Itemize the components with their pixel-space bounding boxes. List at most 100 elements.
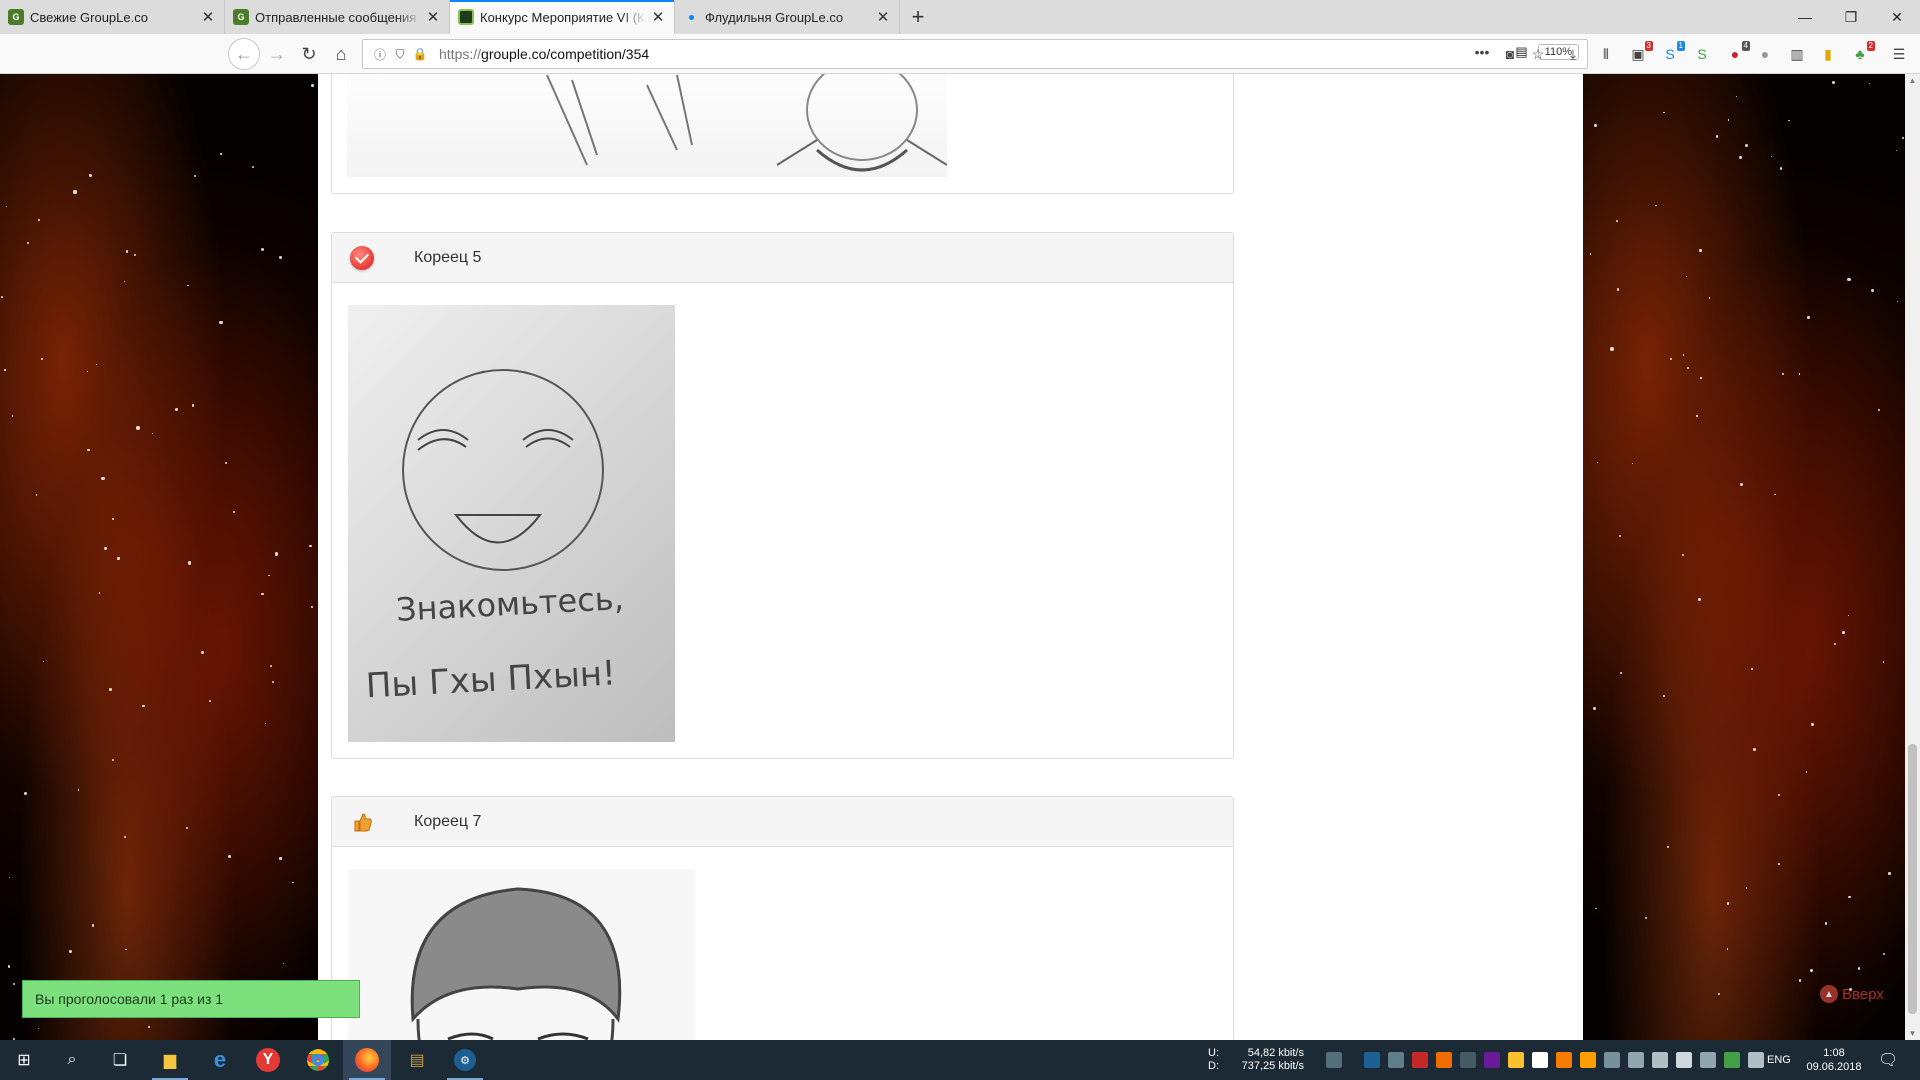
entry-drawing-previous[interactable] — [347, 74, 947, 177]
star-decoration — [260, 247, 264, 251]
sidebar-icon[interactable]: ▥ — [1787, 44, 1807, 64]
notifications-icon[interactable]: 🗨 — [1878, 1040, 1898, 1080]
network-icon[interactable] — [1748, 1052, 1764, 1068]
yandex-browser-icon[interactable]: Y — [244, 1040, 292, 1080]
entry-title: Кореец 7 — [414, 812, 482, 830]
star-decoration — [232, 510, 235, 513]
close-icon[interactable]: ✕ — [425, 8, 441, 26]
reload-button[interactable]: ↻ — [295, 40, 323, 68]
tray-app-icon[interactable] — [1604, 1052, 1620, 1068]
search-icon[interactable]: ⌕ — [48, 1040, 96, 1080]
tray-app-icon[interactable] — [1700, 1052, 1716, 1068]
star-decoration — [1618, 534, 1622, 537]
tray-app-icon[interactable] — [1532, 1052, 1548, 1068]
tracking-shield-icon[interactable]: ⛉ — [391, 47, 409, 62]
steam-tray-icon[interactable] — [1364, 1052, 1380, 1068]
extension-icon-7[interactable]: ♣ 2 — [1850, 41, 1875, 64]
lock-warning-icon[interactable]: 🔒 — [411, 47, 429, 61]
forward-button[interactable]: → — [263, 40, 291, 68]
scroll-down-arrow-icon[interactable]: ▼ — [1905, 1029, 1920, 1038]
scroll-top-button[interactable]: ▲ Вверх — [1820, 985, 1884, 1003]
tab-flood[interactable]: Флудильня GroupLe.co ✕ — [675, 0, 900, 34]
close-icon[interactable]: ✕ — [875, 8, 891, 26]
star-decoration — [109, 688, 112, 691]
entry-drawing[interactable] — [348, 869, 695, 1040]
star-decoration — [111, 758, 115, 762]
grouple-favicon-icon: G — [8, 9, 24, 25]
tray-app-icon[interactable] — [1484, 1052, 1500, 1068]
page-scrollbar[interactable]: ▲ ▼ — [1905, 74, 1920, 1040]
thumbs-up-icon[interactable] — [350, 810, 374, 834]
people-icon[interactable] — [1326, 1052, 1342, 1068]
tray-app-icon[interactable] — [1556, 1052, 1572, 1068]
back-button[interactable]: ← — [228, 38, 260, 70]
star-decoration — [1682, 354, 1685, 356]
extension-icon-5[interactable]: ● — [1755, 44, 1775, 64]
firefox-icon[interactable] — [343, 1040, 391, 1080]
home-button[interactable]: ⌂ — [327, 40, 355, 68]
star-decoration — [1771, 155, 1773, 157]
star-decoration — [1824, 922, 1828, 926]
extension-icon-2[interactable]: S1 — [1660, 41, 1685, 64]
tray-app-icon[interactable] — [1580, 1052, 1596, 1068]
url-text[interactable]: https://grouple.co/competition/354 — [439, 46, 649, 62]
extension-icon-6[interactable]: ▮ — [1818, 44, 1838, 64]
tray-app-icon[interactable] — [1436, 1052, 1452, 1068]
new-tab-button[interactable]: + — [900, 0, 936, 34]
tray-app-icon[interactable] — [1676, 1052, 1692, 1068]
language-indicator[interactable]: ENG — [1767, 1040, 1791, 1080]
restore-icon[interactable]: ❐ — [1828, 0, 1874, 34]
star-decoration — [1895, 150, 1898, 152]
close-icon[interactable]: ✕ — [200, 8, 216, 26]
star-decoration — [91, 924, 95, 927]
tray-app-icon[interactable] — [1388, 1052, 1404, 1068]
nvidia-icon[interactable] — [1724, 1052, 1740, 1068]
space-background-left — [0, 74, 318, 1040]
sketch-drawing — [546, 74, 947, 172]
tray-app-icon[interactable] — [1412, 1052, 1428, 1068]
scroll-up-arrow-icon[interactable]: ▲ — [1905, 76, 1920, 85]
steam-icon[interactable]: ⚙ — [441, 1040, 489, 1080]
volume-icon[interactable] — [1628, 1052, 1644, 1068]
menu-icon[interactable]: ☰ — [1889, 44, 1909, 64]
game-launcher-icon[interactable]: ▤ — [393, 1040, 441, 1080]
star-decoration — [1727, 948, 1729, 950]
heart-check-icon[interactable] — [350, 245, 374, 270]
close-icon[interactable]: ✕ — [650, 8, 666, 26]
info-icon[interactable]: ⓘ — [371, 46, 389, 63]
tray-app-icon[interactable] — [1460, 1052, 1476, 1068]
chrome-icon[interactable] — [294, 1040, 342, 1080]
tray-app-icon[interactable] — [1652, 1052, 1668, 1068]
star-decoration — [1799, 373, 1801, 375]
scrollbar-thumb[interactable] — [1908, 744, 1917, 1014]
tab-fresh[interactable]: G Свежие GroupLe.co ✕ — [0, 0, 225, 34]
tab-competition[interactable]: Конкурс Мероприятие VI (Ка ✕ — [450, 0, 675, 34]
minimize-icon[interactable]: — — [1782, 0, 1828, 34]
windows-start-icon[interactable]: ⊞ — [0, 1040, 48, 1080]
window-close-icon[interactable]: ✕ — [1874, 0, 1920, 34]
bookmark-star-icon[interactable]: ☆ — [1528, 44, 1548, 64]
tab-messages[interactable]: G Отправленные сообщения th ✕ — [225, 0, 450, 34]
downloads-icon[interactable]: ⤓ — [1563, 44, 1583, 64]
tray-app-icon[interactable] — [1508, 1052, 1524, 1068]
entry-drawing[interactable]: Знакомьтесь, Пы Гхы Пхын! — [348, 305, 675, 742]
star-decoration — [1686, 275, 1688, 277]
library-icon[interactable]: ⫴ — [1596, 44, 1616, 64]
vote-notice-text: Вы проголосовали 1 раз из 1 — [35, 991, 224, 1007]
star-decoration — [23, 791, 27, 796]
clock[interactable]: 1:08 09.06.2018 — [1806, 1040, 1862, 1080]
star-decoration — [186, 827, 189, 829]
star-decoration — [1781, 373, 1784, 376]
page-actions-icon[interactable]: ••• — [1472, 42, 1492, 62]
star-decoration — [125, 948, 127, 951]
extension-icon-3[interactable]: S — [1692, 44, 1712, 64]
star-decoration — [1644, 917, 1647, 920]
task-view-icon[interactable]: ❏ — [96, 1040, 144, 1080]
pocket-icon[interactable]: ◙ — [1500, 44, 1520, 64]
extension-icon-1[interactable]: ▣ 3 — [1628, 41, 1653, 64]
file-explorer-icon[interactable]: ▆ — [146, 1040, 194, 1080]
url-bar[interactable]: ⓘ ⛉ 🔒 https://grouple.co/competition/354… — [362, 39, 1588, 69]
adblock-icon[interactable]: ● 4 — [1725, 41, 1750, 64]
entry-card: Кореец 7 — [331, 796, 1234, 1040]
edge-icon[interactable]: e — [196, 1040, 244, 1080]
